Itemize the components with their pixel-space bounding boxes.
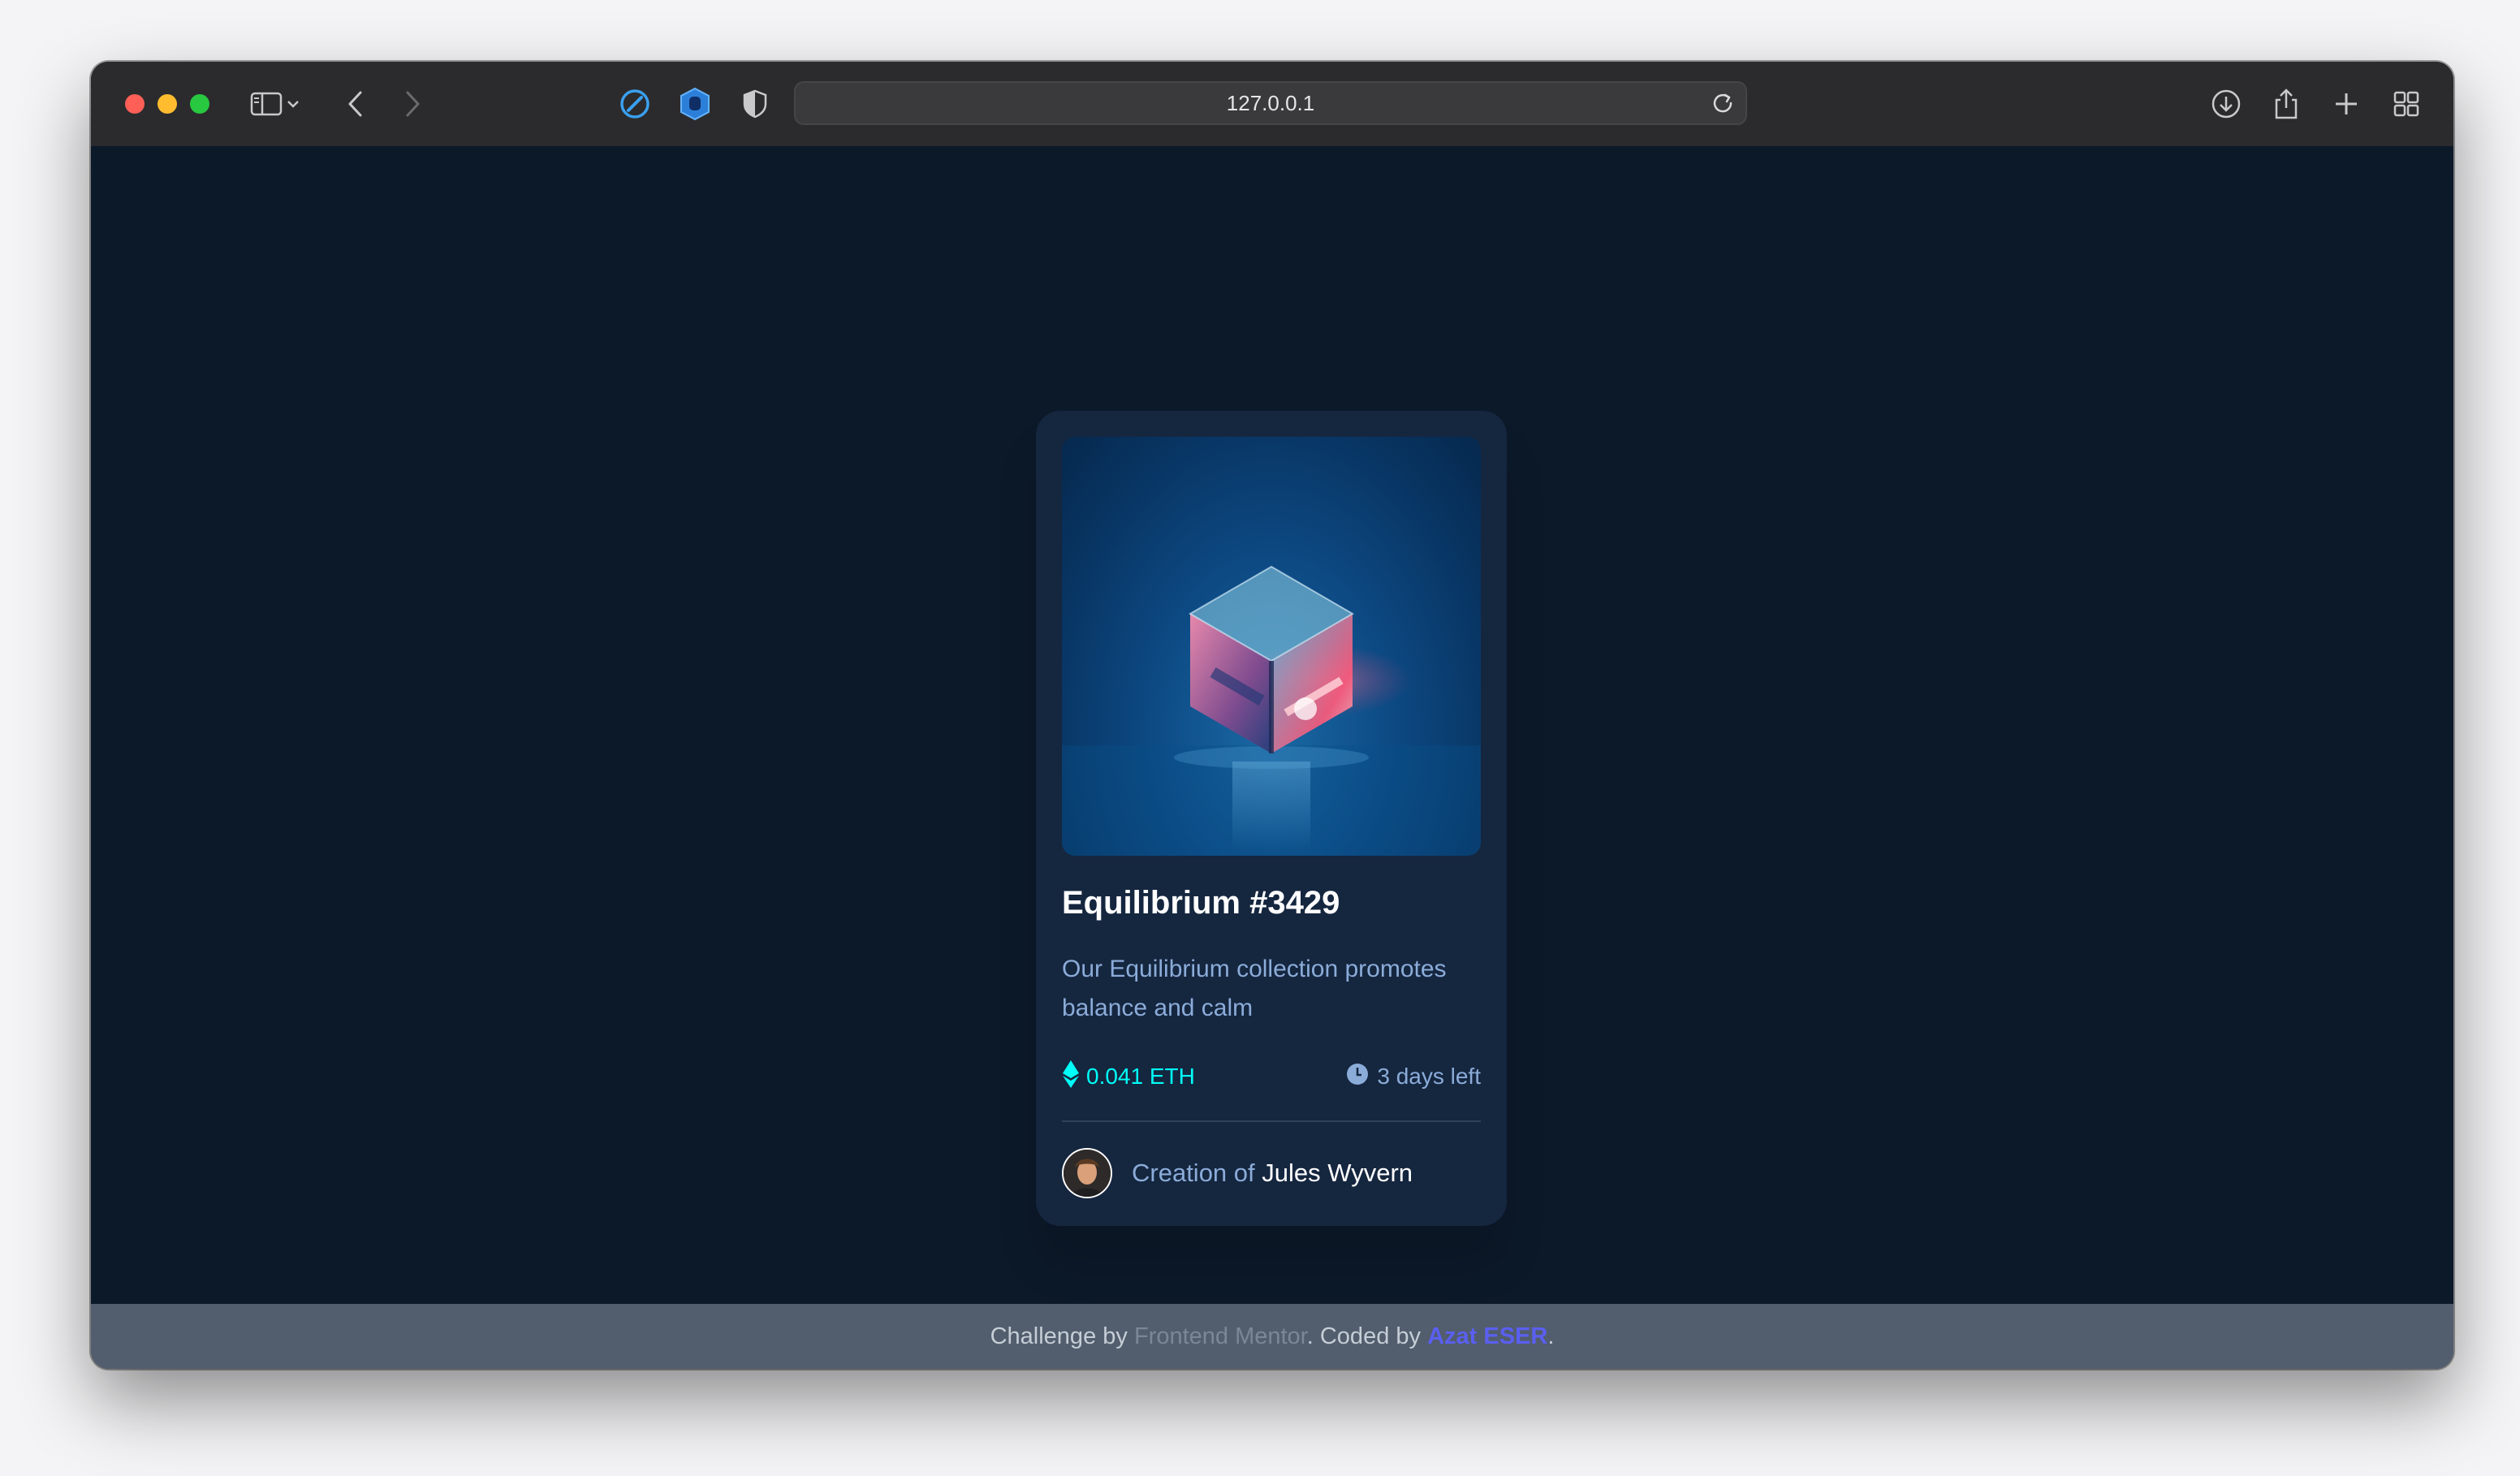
nft-image[interactable] bbox=[1062, 437, 1481, 856]
author-link[interactable]: Azat ESER bbox=[1427, 1323, 1547, 1349]
nft-title[interactable]: Equilibrium #3429 bbox=[1062, 885, 1340, 921]
back-icon[interactable] bbox=[334, 83, 377, 125]
avatar bbox=[1062, 1148, 1112, 1198]
hand-extension-icon[interactable] bbox=[674, 83, 716, 125]
browser-toolbar: 127.0.0.1 bbox=[91, 62, 2453, 148]
shield-icon[interactable] bbox=[734, 83, 776, 125]
footer-prefix: Challenge by bbox=[990, 1323, 1128, 1349]
new-tab-icon[interactable] bbox=[2325, 83, 2367, 125]
ethereum-icon bbox=[1062, 1060, 1086, 1094]
attribution-footer: Challenge by Frontend Mentor. Coded by A… bbox=[91, 1304, 2453, 1369]
nft-meta-row: 0.041 ETH 3 days left bbox=[1062, 1059, 1481, 1094]
nft-card: Equilibrium #3429 Our Equilibrium collec… bbox=[1036, 411, 1507, 1226]
reload-icon[interactable] bbox=[1708, 88, 1737, 121]
nft-description: Our Equilibrium collection promotes bala… bbox=[1062, 956, 1447, 1021]
footer-suffix: . bbox=[1547, 1323, 1555, 1349]
page-content: Equilibrium #3429 Our Equilibrium collec… bbox=[91, 146, 2453, 1304]
creator-row: Creation of Jules Wyvern bbox=[1062, 1146, 1413, 1200]
clock-icon bbox=[1346, 1063, 1377, 1091]
footer-middle: . Coded by bbox=[1306, 1323, 1422, 1349]
frontend-mentor-link[interactable]: Frontend Mentor bbox=[1134, 1323, 1307, 1349]
address-bar[interactable]: 127.0.0.1 bbox=[794, 81, 1747, 125]
creator-name-link[interactable]: Jules Wyvern bbox=[1262, 1159, 1413, 1187]
price-value: 0.041 ETH bbox=[1086, 1064, 1195, 1089]
tab-overview-icon[interactable] bbox=[2385, 83, 2427, 125]
creator-text: Creation of Jules Wyvern bbox=[1132, 1159, 1413, 1188]
price: 0.041 ETH bbox=[1062, 1059, 1195, 1094]
chevron-down-icon[interactable] bbox=[281, 83, 305, 125]
forward-icon[interactable] bbox=[391, 83, 434, 125]
time-remaining: 3 days left bbox=[1346, 1059, 1481, 1094]
browser-window: 127.0.0.1 Equilibrium #3429 Our Equilibr… bbox=[91, 62, 2453, 1369]
close-window-button[interactable] bbox=[125, 94, 145, 114]
zoom-window-button[interactable] bbox=[190, 94, 209, 114]
url-text: 127.0.0.1 bbox=[1226, 91, 1315, 115]
creator-prefix: Creation of bbox=[1132, 1159, 1255, 1187]
time-left-text: 3 days left bbox=[1377, 1064, 1481, 1089]
compass-extension-icon[interactable] bbox=[614, 83, 656, 125]
minimize-window-button[interactable] bbox=[158, 94, 177, 114]
share-icon[interactable] bbox=[2265, 83, 2307, 125]
download-icon[interactable] bbox=[2205, 83, 2247, 125]
card-divider bbox=[1062, 1120, 1481, 1122]
